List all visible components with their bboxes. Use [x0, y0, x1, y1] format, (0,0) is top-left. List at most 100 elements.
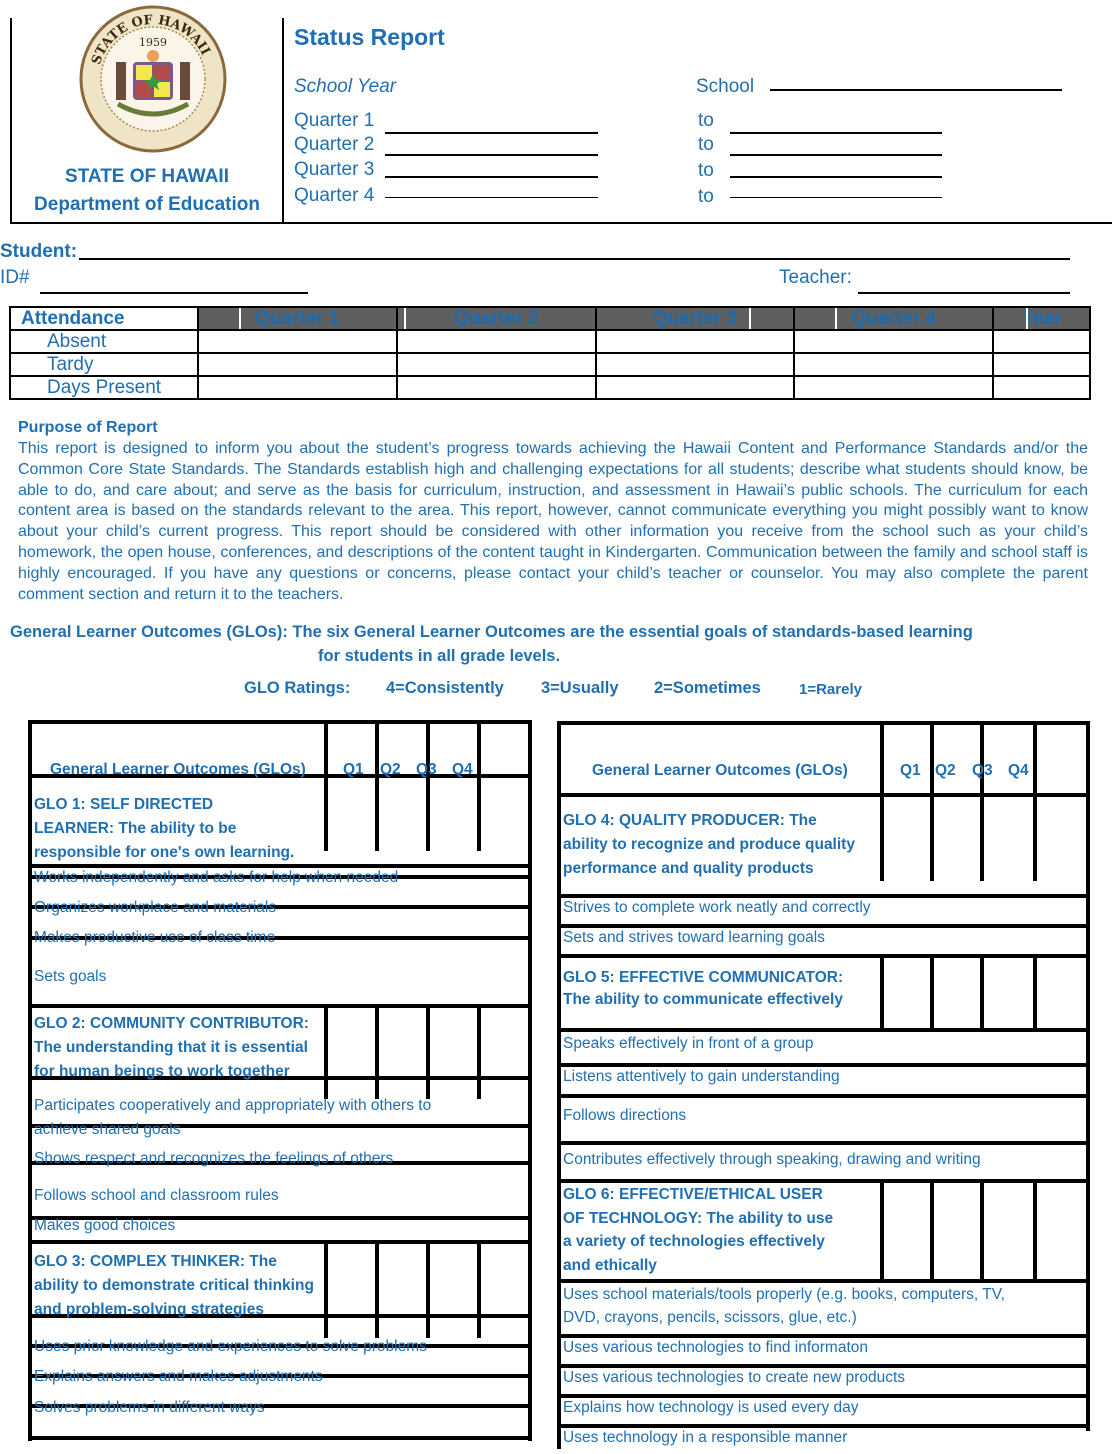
glo-2-q4-rating[interactable]: [481, 1008, 528, 1076]
quarter-4-start-field[interactable]: [385, 197, 598, 198]
glo-4-q3-rating[interactable]: [984, 797, 1033, 881]
page-title: Status Report: [294, 24, 445, 50]
header-box-bottom-border: [10, 222, 1112, 224]
glo-4-q2-rating[interactable]: [934, 797, 980, 881]
attendance-cell[interactable]: [793, 329, 995, 354]
teacher-label: Teacher:: [779, 267, 852, 288]
glo-3-q4-rating[interactable]: [481, 1244, 528, 1314]
glo-1-q4-rating[interactable]: [481, 778, 528, 851]
attendance-cell[interactable]: [594, 375, 796, 400]
quarter-1-start-field[interactable]: [385, 132, 598, 134]
glo-6-q1-rating[interactable]: [884, 1183, 930, 1279]
quarter-4-end-field[interactable]: [730, 197, 942, 198]
glo-5-q3-rating[interactable]: [984, 958, 1033, 1028]
glo-4-heading: GLO 4: QUALITY PRODUCER: The ability to …: [563, 812, 855, 877]
glo-2-item: Shows respect and recognizes the feeling…: [34, 1150, 394, 1167]
glo-6-q3-rating[interactable]: [984, 1183, 1033, 1279]
attendance-cell[interactable]: [395, 352, 597, 377]
student-label: Student:: [0, 241, 78, 262]
q1-header: Q1: [343, 761, 364, 778]
glo-3-heading: GLO 3: COMPLEX THINKER: The ability to d…: [34, 1253, 314, 1318]
glo-2-item: Follows school and classroom rules: [34, 1187, 279, 1204]
purpose-title: Purpose of Report: [18, 419, 158, 436]
department-name: Department of Education: [34, 194, 260, 215]
glo-5-q4-rating[interactable]: [1037, 958, 1086, 1028]
quarter-1-end-field[interactable]: [730, 132, 942, 134]
glo-6-item: Uses various technologies to create new …: [563, 1369, 906, 1386]
teacher-field[interactable]: [858, 292, 1070, 294]
purpose-body: This report is designed to inform you ab…: [18, 440, 1088, 603]
glo-3-q1-rating[interactable]: [328, 1244, 375, 1314]
attendance-table: Attendance Quarter 1 Quarter 2 Quarter 3…: [9, 306, 1091, 400]
glo-column-header: General Learner Outcomes (GLOs): [50, 761, 306, 778]
rating-2: 2=Sometimes: [654, 679, 761, 697]
attendance-cell[interactable]: [395, 375, 597, 400]
attendance-col-q1: Quarter 1: [197, 306, 398, 331]
q3-header: Q3: [972, 762, 993, 779]
state-name: STATE OF HAWAII: [65, 166, 229, 187]
q4-header: Q4: [452, 761, 473, 778]
attendance-cell[interactable]: [197, 329, 398, 354]
attendance-cell[interactable]: [992, 352, 1091, 377]
attendance-cell[interactable]: [197, 375, 398, 400]
attendance-title: Attendance: [9, 306, 199, 331]
id-label: ID#: [0, 267, 30, 288]
attendance-header-row: Attendance Quarter 1 Quarter 2 Quarter 3…: [9, 306, 1091, 331]
table-rule: [557, 1334, 1090, 1338]
attendance-cell[interactable]: [992, 375, 1091, 400]
glo-1-q1-rating[interactable]: [328, 778, 375, 851]
quarter-2-end-field[interactable]: [730, 154, 942, 156]
glo-2-q1-rating[interactable]: [328, 1008, 375, 1076]
glo-1-item: Organizes workplace and materials: [34, 899, 277, 916]
glo-3-q2-rating[interactable]: [379, 1244, 426, 1314]
table-border: [557, 721, 561, 1449]
school-field[interactable]: [770, 89, 1062, 91]
attendance-cell[interactable]: [197, 352, 398, 377]
glo-4-q1-rating[interactable]: [884, 797, 930, 881]
table-rule: [28, 1436, 532, 1440]
glo-1-q3-rating[interactable]: [430, 778, 477, 851]
glo-1-heading: GLO 1: SELF DIRECTED LEARNER: The abilit…: [34, 796, 295, 861]
rating-4: 4=Consistently: [386, 679, 504, 697]
attendance-cell[interactable]: [395, 329, 597, 354]
glo-3-q3-rating[interactable]: [430, 1244, 477, 1314]
table-rule: [557, 894, 1090, 898]
quarter-3-to: to: [698, 160, 714, 181]
student-name-field[interactable]: [79, 258, 1070, 260]
glo-4-q4-rating[interactable]: [1037, 797, 1086, 881]
quarter-3-start-field[interactable]: [385, 176, 598, 178]
attendance-cell[interactable]: [992, 329, 1091, 354]
glo-1-item: Sets goals: [34, 968, 107, 985]
glo-4-item: Strives to complete work neatly and corr…: [563, 899, 871, 916]
glo-5-q2-rating[interactable]: [934, 958, 980, 1028]
table-border: [28, 721, 32, 1441]
glo-2-q2-rating[interactable]: [379, 1008, 426, 1076]
attendance-row-label: Tardy: [9, 352, 199, 377]
glo-6-heading: GLO 6: EFFECTIVE/ETHICAL USER OF TECHNOL…: [563, 1186, 834, 1274]
attendance-cell[interactable]: [594, 329, 796, 354]
attendance-cell[interactable]: [793, 352, 995, 377]
attendance-row: Days Present: [9, 375, 1091, 400]
glo-5-item: Follows directions: [563, 1107, 687, 1124]
glo-2-item: Makes good choices: [34, 1217, 176, 1234]
attendance-cell[interactable]: [793, 375, 995, 400]
glo-2-q3-rating[interactable]: [430, 1008, 477, 1076]
quarter-3-end-field[interactable]: [730, 176, 942, 178]
quarter-2-start-field[interactable]: [385, 154, 598, 156]
attendance-cell[interactable]: [594, 352, 796, 377]
attendance-row: Absent: [9, 329, 1091, 354]
table-border: [528, 721, 532, 1441]
glo-1-q2-rating[interactable]: [379, 778, 426, 851]
glo-5-q1-rating[interactable]: [884, 958, 930, 1028]
quarter-4-to: to: [698, 186, 714, 207]
table-rule: [557, 924, 1090, 928]
glo-6-q4-rating[interactable]: [1037, 1183, 1086, 1279]
glo-5-item: Speaks effectively in front of a group: [563, 1035, 814, 1052]
student-id-field[interactable]: [40, 292, 308, 294]
glo-2-heading: GLO 2: COMMUNITY CONTRIBUTOR: The unders…: [34, 1015, 309, 1080]
glo-6-item: Uses various technologies to find inform…: [563, 1339, 868, 1356]
glo-2-item: Participates cooperatively and appropria…: [34, 1097, 432, 1114]
glo-6-item: DVD, crayons, pencils, scissors, glue, e…: [563, 1309, 857, 1326]
glo-6-q2-rating[interactable]: [934, 1183, 980, 1279]
glo-intro-line-2: for students in all grade levels.: [318, 647, 561, 665]
